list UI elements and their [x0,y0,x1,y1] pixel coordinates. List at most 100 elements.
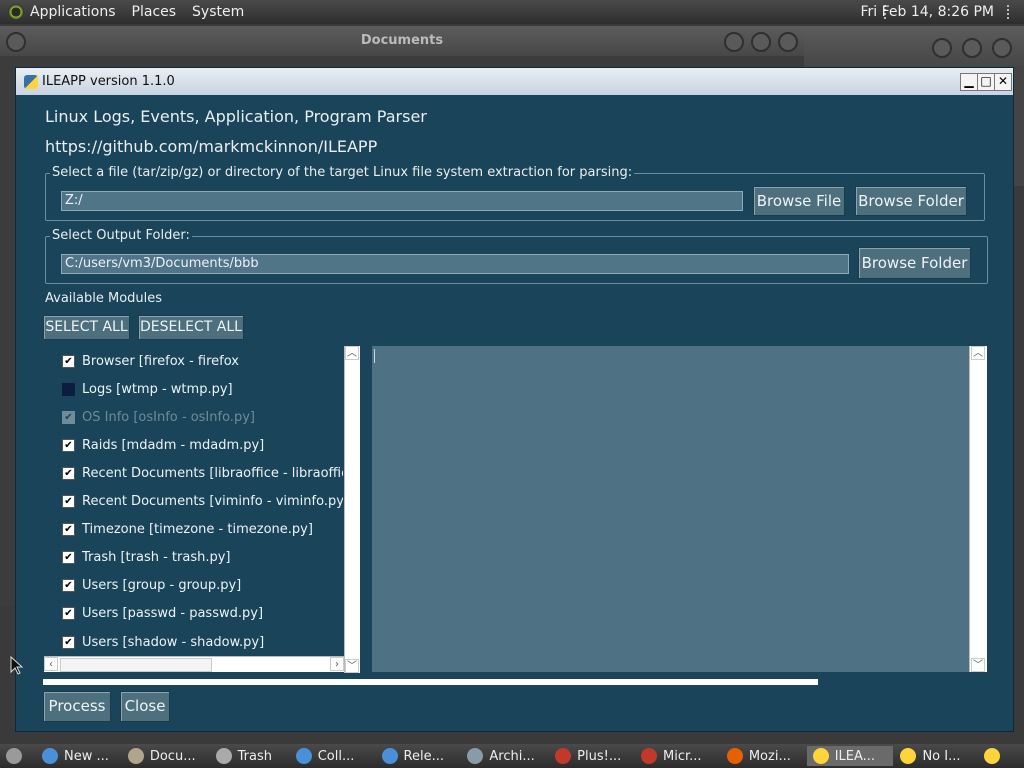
taskbar-label: Plus!... [577,748,622,764]
taskbar-item[interactable] [0,746,35,766]
taskbar-item[interactable]: Docu... [122,746,209,766]
browse-input-folder-button[interactable]: Browse Folder [855,186,967,216]
scroll-up-icon[interactable]: ︿ [345,346,359,360]
output-group: Select Output Folder: C:/users/vm3/Docum… [45,228,988,284]
taskbar-item[interactable]: Mozi... [721,746,806,766]
taskbar-item[interactable] [978,746,1023,766]
scroll-right-icon[interactable]: › [330,657,344,671]
taskbar-item[interactable]: Trash [210,746,289,766]
module-item[interactable]: ✔ Recent Documents [viminfo - viminfo.py] [62,492,343,512]
module-checkbox[interactable]: ✔ [62,438,75,452]
taskbar: New ... Docu... Trash Coll... Rele... Archi..… [0,744,1024,768]
taskbar-item[interactable]: Plus!... [549,746,634,766]
chrome-icon [295,748,312,764]
clock[interactable]: Fri Feb 14, 8:26 PM [861,4,995,20]
module-item[interactable]: ✔ Recent Documents [libraoffice - libraof… [62,463,343,483]
scroll-down-icon[interactable]: ﹀ [971,658,985,672]
deselect-all-button[interactable]: DESELECT ALL [138,315,244,340]
taskbar-item[interactable]: New ... [36,746,121,766]
module-label: Browser [firefox - firefox [82,353,239,369]
maximize-icon[interactable] [751,32,771,52]
taskbar-item[interactable]: Micr... [635,746,720,766]
scroll-down-icon[interactable]: ﹀ [345,659,359,673]
modules-vertical-scrollbar[interactable]: ︿ ﹀ [344,346,360,673]
taskbar-label: Coll... [317,748,355,764]
taskbar-label: Rele... [403,748,445,764]
module-item[interactable]: ✔ Timezone [timezone - timezone.py] [62,520,313,540]
input-path-field[interactable]: Z:/ [61,191,743,211]
log-output-area[interactable] [372,346,969,672]
module-label: Raids [mdadm - mdadm.py] [82,437,265,453]
module-item[interactable]: ✔ Users [shadow - shadow.py] [62,632,264,652]
taskbar-item[interactable]: Rele... [376,746,461,766]
module-item[interactable]: Logs [wtmp - wtmp.py] [62,379,233,399]
archive-icon [467,748,484,764]
background-window-titlebar[interactable] [804,26,1024,66]
output-path-field[interactable]: C:/users/vm3/Documents/bbb [61,254,849,274]
map-pin-icon [641,748,657,764]
taskbar-item[interactable]: Coll... [290,746,375,766]
output-group-legend: Select Output Folder: [50,228,192,243]
module-checkbox[interactable]: ✔ [62,354,75,368]
minimize-button[interactable]: ▁ [960,73,978,91]
module-item[interactable]: ✔ Users [passwd - passwd.py] [62,604,263,624]
module-item[interactable]: ✔ Users [group - group.py] [62,576,241,596]
window-title: ILEAPP version 1.1.0 [42,74,175,89]
scroll-left-icon[interactable]: ‹ [44,657,58,671]
module-checkbox[interactable]: ✔ [62,523,75,537]
module-label: Recent Documents [viminfo - viminfo.py] [82,494,343,509]
taskbar-item[interactable]: Archi... [461,746,548,766]
scroll-up-icon[interactable]: ︿ [971,346,985,360]
minimize-icon[interactable] [724,32,744,52]
documents-titlebar[interactable]: Documents [0,26,804,56]
module-checkbox[interactable]: ✔ [62,466,75,480]
gnome-foot-icon [8,4,24,20]
minimize-icon[interactable] [932,38,952,58]
maximize-icon[interactable] [962,38,982,58]
module-label: Users [passwd - passwd.py] [82,606,264,622]
taskbar-label: ILEA... [834,748,876,764]
module-label: Trash [trash - trash.py] [82,550,231,566]
modules-horizontal-scrollbar[interactable]: ‹ › [44,656,344,672]
trash-icon [215,748,232,764]
top-panel: Applications Places System Fri Feb 14, 8… [0,0,1024,24]
module-label: OS Info [osInfo - osInfo.py] [82,409,255,425]
taskbar-item[interactable]: No I... [894,746,977,766]
close-icon[interactable] [992,38,1012,58]
module-checkbox[interactable]: ✔ [62,551,75,565]
process-button[interactable]: Process [43,691,111,722]
close-icon[interactable] [778,32,798,52]
module-label: Recent Documents [libraoffice - libraoff… [82,465,343,481]
select-all-button[interactable]: SELECT ALL [43,315,130,340]
applications-menu[interactable]: Applications [0,4,116,20]
close-button[interactable]: Close [120,691,170,722]
module-checkbox[interactable]: ✔ [62,607,75,621]
module-item[interactable]: ✔ Browser [firefox - firefox [62,351,239,371]
python-icon [24,74,38,89]
module-item[interactable]: ✔ Raids [mdadm - mdadm.py] [62,435,264,455]
module-checkbox[interactable]: ✔ [62,635,75,649]
panel-separator [1007,5,1012,19]
taskbar-label: New ... [64,748,109,764]
module-checkbox[interactable] [62,382,75,396]
close-window-button[interactable]: ✕ [994,73,1012,91]
module-checkbox[interactable]: ✔ [62,579,75,593]
window-menu-icon[interactable] [6,32,26,52]
taskbar-label: Micr... [663,748,702,764]
module-checkbox[interactable]: ✔ [62,495,75,508]
taskbar-label: Trash [237,748,272,764]
module-item[interactable]: ✔ Trash [trash - trash.py] [62,548,231,568]
log-vertical-scrollbar[interactable]: ︿ ﹀ [969,346,987,672]
system-menu[interactable]: System [186,4,250,20]
folder-icon [127,748,144,764]
mouse-pointer-icon [10,656,24,675]
maximize-button[interactable]: □ [977,73,995,91]
ileapp-titlebar[interactable]: ILEAPP version 1.1.0 ▁ □ ✕ [16,68,1013,95]
taskbar-item[interactable]: ILEA... [806,746,894,766]
browse-file-button[interactable]: Browse File [753,186,845,216]
app-heading: Linux Logs, Events, Application, Program… [45,107,427,126]
horizontal-scroll-thumb[interactable] [60,658,212,672]
taskbar-label: Docu... [149,748,196,764]
browse-output-folder-button[interactable]: Browse Folder [858,247,971,279]
places-menu[interactable]: Places [126,4,183,20]
